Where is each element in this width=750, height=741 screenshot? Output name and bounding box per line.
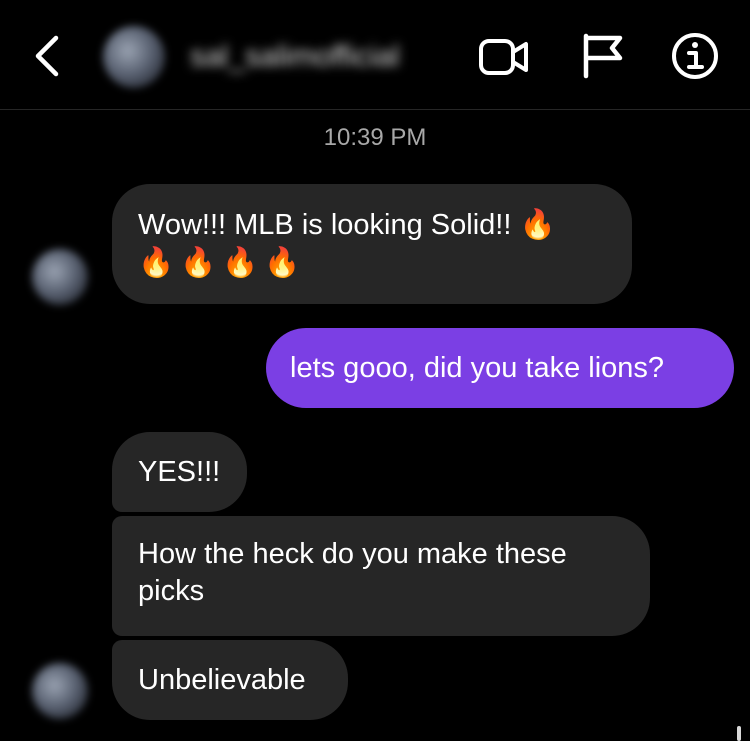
message-text: Wow!!! MLB is looking Solid!! (138, 209, 512, 241)
message-timestamp: 10:39 PM (323, 124, 427, 151)
message-bubble[interactable]: lets gooo, did you take lions? (266, 328, 734, 408)
scrollbar[interactable] (737, 726, 741, 741)
video-camera-icon (479, 39, 528, 75)
message-text: lets gooo, did you take lions? (290, 352, 665, 384)
info-icon (672, 33, 718, 79)
fire-emoji-row: 🔥🔥🔥🔥 (138, 245, 307, 279)
video-call-button[interactable] (478, 36, 530, 78)
contact-username[interactable]: sal_salimofficial (190, 40, 400, 74)
chevron-left-icon (35, 35, 59, 77)
message-bubble[interactable]: Wow!!! MLB is looking Solid!! 🔥 🔥🔥🔥🔥 (112, 184, 632, 304)
message-bubble[interactable]: How the heck do you make these picks (112, 516, 650, 636)
message-text: How the heck do you make these picks (138, 538, 567, 607)
flag-icon (583, 33, 623, 79)
back-button[interactable] (28, 32, 68, 80)
sender-avatar[interactable] (32, 663, 88, 719)
fire-emoji: 🔥 (519, 207, 562, 241)
report-button[interactable] (580, 30, 626, 80)
chat-header: sal_salimofficial (0, 0, 750, 110)
message-bubble[interactable]: Unbelievable (112, 640, 348, 720)
contact-avatar[interactable] (103, 26, 165, 88)
info-button[interactable] (670, 31, 720, 81)
message-bubble[interactable]: YES!!! (112, 432, 247, 512)
message-text: YES!!! (138, 456, 221, 488)
sender-avatar[interactable] (32, 249, 88, 305)
message-text: Unbelievable (138, 664, 306, 696)
